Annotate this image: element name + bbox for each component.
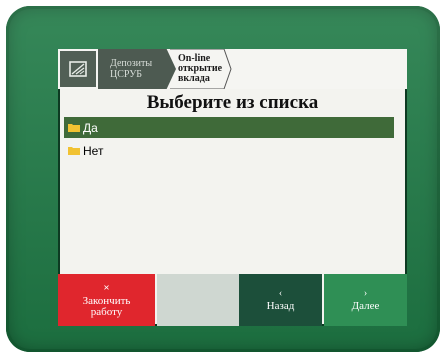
list-item-label: Да [83, 120, 98, 135]
chevron-right-icon: › [363, 288, 368, 299]
list-item-label: Нет [83, 143, 104, 158]
next-button[interactable]: › Далее [324, 274, 407, 326]
breadcrumb: Депозиты ЦСРУБ On-line открытие вклада [58, 49, 407, 89]
next-button-label: Далее [351, 300, 380, 312]
empty-button-slot [157, 274, 239, 326]
breadcrumb-step1-line1: Депозиты [110, 58, 153, 69]
card-reader-icon-glyph [69, 61, 87, 77]
back-button[interactable]: ‹ Назад [239, 274, 322, 326]
options-list: Да Нет [64, 117, 394, 163]
finish-button[interactable]: × Закончить работу [58, 274, 155, 326]
chevron-left-icon: ‹ [278, 288, 283, 299]
breadcrumb-step-deposits[interactable]: Депозиты ЦСРУБ [98, 49, 176, 89]
finish-button-label: Закончить работу [82, 294, 131, 318]
page-title: Выберите из списка [146, 92, 319, 113]
folder-icon [68, 146, 80, 155]
list-item-no[interactable]: Нет [64, 140, 394, 161]
card-reader-icon [60, 51, 96, 87]
terminal-screen: Депозиты ЦСРУБ On-line открытие вклада В… [58, 49, 407, 326]
breadcrumb-step1-line2: ЦСРУБ [110, 69, 143, 80]
breadcrumb-step-online-open: On-line открытие вклада [171, 49, 231, 89]
breadcrumb-step2-line3: вклада [178, 73, 210, 84]
back-button-label: Назад [266, 300, 295, 312]
list-item-yes[interactable]: Да [64, 117, 394, 138]
folder-icon [68, 123, 80, 132]
close-icon: × [103, 281, 110, 294]
